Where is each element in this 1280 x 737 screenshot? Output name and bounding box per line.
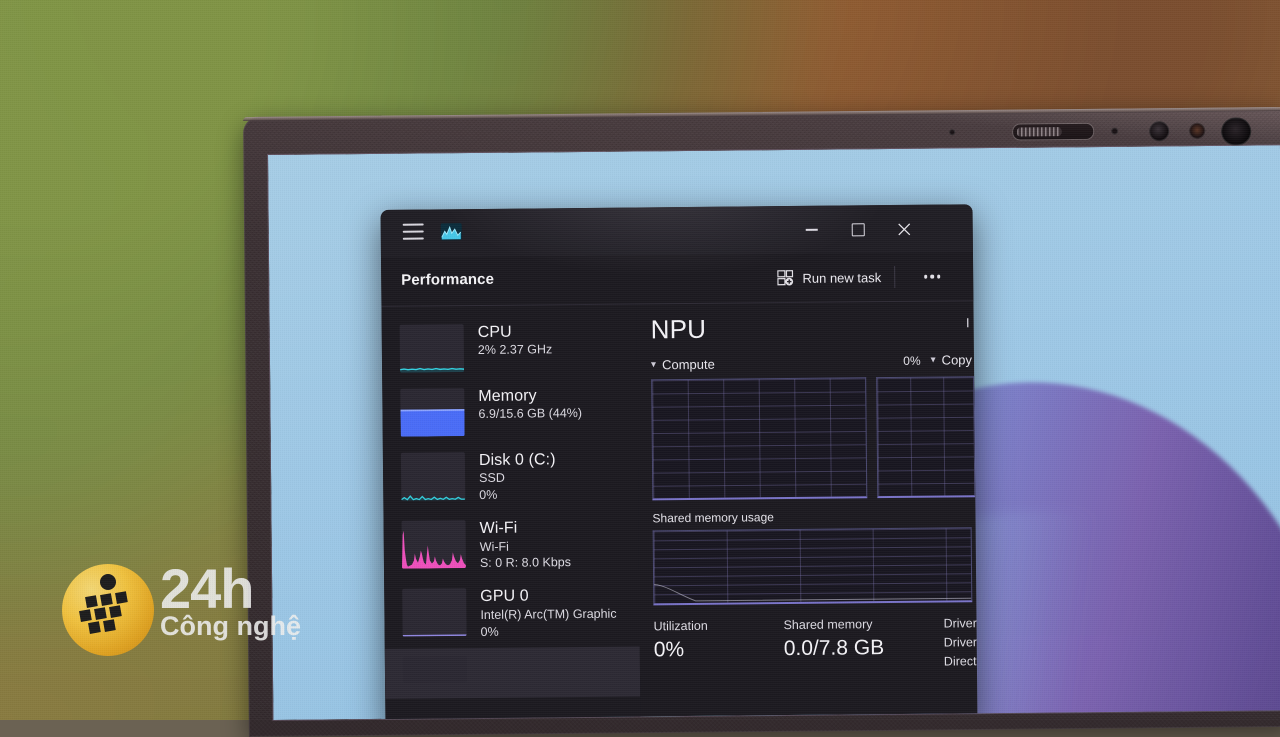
- stat-value: 0.0/7.8 GB: [783, 635, 885, 660]
- close-icon: [897, 222, 910, 235]
- compute-label: Compute: [661, 356, 715, 372]
- sidebar-item-disk[interactable]: Disk 0 (C:) SSD 0%: [383, 442, 639, 513]
- performance-sidebar: CPU 2% 2.37 GHz Memory 6.9/15.6 GB (44%): [381, 304, 641, 720]
- driver-line-1: Driver: [943, 616, 977, 631]
- driver-line-3: Direct: [943, 653, 977, 669]
- driver-line-2: Driver: [943, 634, 978, 650]
- cpu-text: CPU 2% 2.37 GHz: [478, 323, 553, 359]
- stat-value: 0%: [653, 637, 685, 662]
- memory-text: Memory 6.9/15.6 GB (44%): [478, 387, 582, 423]
- sidebar-item-label: CPU: [477, 323, 512, 341]
- compute-percent: 0%: [903, 353, 921, 368]
- sidebar-item-memory[interactable]: Memory 6.9/15.6 GB (44%): [382, 378, 638, 444]
- copy-graph-grid: [877, 377, 975, 497]
- more-options-icon: [923, 274, 928, 279]
- sidebar-item-sub2: 0%: [480, 624, 499, 639]
- toolbar-divider: [894, 265, 896, 288]
- shared-memory-line: [653, 584, 972, 602]
- camera-privacy-shutter[interactable]: [1013, 123, 1094, 140]
- stat-label: Utilization: [653, 618, 708, 634]
- copy-graph: [876, 376, 976, 499]
- compute-graph-grid: [652, 378, 867, 499]
- hamburger-bar: [402, 223, 424, 226]
- compute-header[interactable]: ▾ Compute: [651, 356, 715, 372]
- sidebar-item-sub2: 0%: [479, 488, 498, 503]
- chevron-down-icon: ▾: [650, 358, 657, 370]
- npu-sparkline: [402, 656, 468, 684]
- sidebar-item-sub1: Intel(R) Arc(TM) Graphic: [480, 606, 617, 622]
- window-titlebar: [380, 204, 973, 258]
- npu-graph-headers: ▾ Compute 0% ▾ Copy: [651, 352, 974, 373]
- sidebar-item-cpu[interactable]: CPU 2% 2.37 GHz: [382, 314, 638, 380]
- ir-sensor-icon: [1149, 121, 1170, 142]
- sidebar-item-label: Memory: [478, 387, 537, 405]
- disk-text: Disk 0 (C:) SSD 0%: [479, 451, 556, 504]
- minimize-icon: [805, 228, 818, 231]
- hamburger-menu-icon[interactable]: [402, 223, 424, 241]
- shared-memory-graph: [652, 527, 973, 606]
- task-manager-window: Performance Run new task CPU 2% 2.37 GHz…: [380, 204, 978, 720]
- minimize-button[interactable]: [789, 206, 835, 254]
- hamburger-bar: [402, 230, 424, 233]
- stat-driver-info: Driver Driver Direct: [943, 613, 977, 670]
- stat-shared-memory: Shared memory 0.0/7.8 GB: [783, 615, 944, 673]
- sidebar-item-sub1: SSD: [479, 471, 505, 486]
- page-title: Performance: [401, 270, 495, 289]
- sidebar-item-npu[interactable]: [384, 646, 641, 700]
- run-new-task-button[interactable]: Run new task: [777, 265, 881, 290]
- mic-hole-left-icon: [949, 129, 956, 136]
- hamburger-bar: [402, 237, 424, 240]
- gpu-sparkline: [402, 588, 467, 638]
- copy-header[interactable]: 0% ▾ Copy: [903, 352, 974, 368]
- new-task-icon: [777, 270, 794, 286]
- close-button[interactable]: [881, 205, 927, 253]
- shared-memory-graph-label: Shared memory usage: [652, 510, 774, 526]
- npu-graphs-row: [651, 376, 976, 501]
- webcam-lens-icon: [1221, 117, 1252, 146]
- npu-model-name: I: [965, 315, 970, 331]
- maximize-icon: [851, 222, 865, 236]
- cpu-sparkline: [399, 324, 465, 373]
- npu-title: NPU: [650, 313, 707, 345]
- memory-sparkline: [400, 388, 465, 437]
- sidebar-item-label: Wi-Fi: [479, 519, 518, 538]
- sidebar-item-sub1: Wi-Fi: [479, 539, 509, 554]
- npu-stats-row: Utilization 0% Shared memory 0.0/7.8 GB …: [653, 614, 977, 673]
- sidebar-item-sub1: 6.9/15.6 GB (44%): [478, 406, 583, 422]
- sidebar-item-sub2: S: 0 R: 8.0 Kbps: [479, 555, 572, 571]
- more-options-icon: [936, 274, 941, 279]
- sidebar-item-gpu[interactable]: GPU 0 Intel(R) Arc(TM) Graphic 0%: [384, 579, 640, 650]
- run-new-task-label: Run new task: [802, 269, 882, 286]
- more-options-button[interactable]: [917, 265, 947, 287]
- task-manager-icon: [440, 223, 462, 241]
- webcam-module: [943, 117, 1263, 146]
- watermark-tagline: Công nghệ: [160, 611, 301, 642]
- gpu-text: GPU 0 Intel(R) Arc(TM) Graphic 0%: [480, 587, 617, 640]
- copy-label: Copy: [941, 352, 973, 368]
- watermark-text: 24h Công nghệ: [160, 557, 301, 642]
- laptop-screen: Performance Run new task CPU 2% 2.37 GHz…: [268, 145, 1280, 720]
- watermark-brand: 24h: [160, 557, 254, 620]
- compute-graph: [651, 377, 868, 501]
- sidebar-item-label: GPU 0: [480, 587, 529, 606]
- wifi-sparkline: [401, 520, 466, 569]
- sidebar-item-label: Disk 0 (C:): [478, 451, 556, 469]
- disk-sparkline: [400, 452, 466, 501]
- watermark-logo-mark-icon: [79, 574, 128, 634]
- watermark: 24h Công nghệ: [62, 556, 312, 660]
- mic-hole-right-icon: [1111, 127, 1119, 135]
- npu-panel: NPU I ▾ Compute 0% ▾ Copy Shared memory …: [636, 301, 978, 720]
- chevron-down-icon: ▾: [930, 354, 936, 366]
- shutter-grip-icon: [1017, 127, 1062, 137]
- ir-emitter-icon: [1189, 122, 1206, 139]
- wifi-text: Wi-Fi Wi-Fi S: 0 R: 8.0 Kbps: [480, 519, 572, 572]
- command-bar: Performance Run new task: [380, 252, 974, 307]
- maximize-button[interactable]: [835, 205, 881, 253]
- stat-utilization: Utilization 0%: [653, 616, 784, 673]
- stat-label: Shared memory: [783, 617, 873, 633]
- more-options-icon: [930, 274, 934, 279]
- sidebar-item-sub1: 2% 2.37 GHz: [477, 342, 553, 358]
- sidebar-item-wifi[interactable]: Wi-Fi Wi-Fi S: 0 R: 8.0 Kbps: [383, 511, 639, 582]
- content-area: CPU 2% 2.37 GHz Memory 6.9/15.6 GB (44%): [381, 301, 977, 720]
